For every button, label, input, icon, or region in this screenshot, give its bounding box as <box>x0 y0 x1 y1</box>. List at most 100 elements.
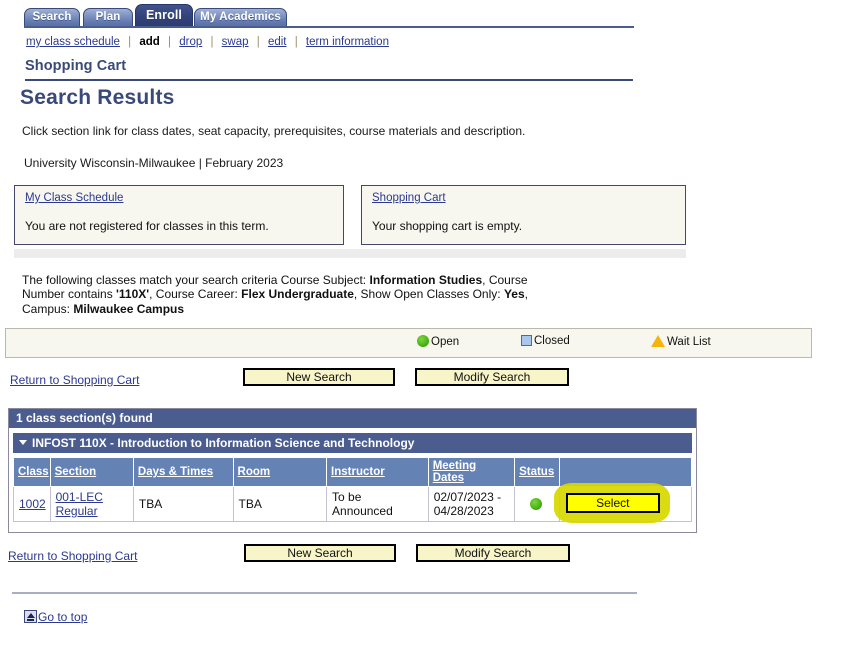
go-to-top-label: Go to top <box>38 610 88 624</box>
course-group-label: INFOST 110X - Introduction to Informatio… <box>32 436 415 450</box>
class-number-link[interactable]: 1002 <box>19 497 46 511</box>
my-class-schedule-link[interactable]: My Class Schedule <box>25 192 123 204</box>
footer-divider <box>12 592 637 594</box>
modify-search-button-bottom[interactable]: Modify Search <box>416 544 570 562</box>
meeting-dates-line2: 04/28/2023 <box>433 504 494 518</box>
cell-instructor: To be Announced <box>326 486 429 522</box>
criteria-subject: Information Studies <box>369 273 483 287</box>
column-header-meeting-dates[interactable]: Meeting Dates <box>427 457 516 487</box>
sub-navigation: my class schedule | add | drop | swap | … <box>26 36 389 48</box>
return-to-shopping-cart-link-bottom[interactable]: Return to Shopping Cart <box>8 549 137 563</box>
section-link-line2: Regular <box>55 504 98 518</box>
column-header-class-label: Class <box>18 466 49 478</box>
column-header-instructor-label: Instructor <box>331 466 385 478</box>
subnav-separator: | <box>294 36 298 48</box>
cell-status <box>514 486 560 522</box>
criteria-number: '110X' <box>116 287 150 302</box>
legend-open: Open <box>417 335 459 351</box>
green-circle-icon <box>417 335 429 347</box>
tab-enroll-label: Enroll <box>145 8 183 22</box>
cell-action: Select <box>553 483 693 523</box>
shopping-cart-box: Shopping Cart Your shopping cart is empt… <box>361 185 686 245</box>
shopping-cart-status: Your shopping cart is empty. <box>372 219 523 233</box>
select-button[interactable]: Select <box>565 493 660 513</box>
legend-wait-list-label: Wait List <box>667 336 711 348</box>
status-legend-bar: Open Closed Wait List <box>5 328 812 358</box>
chevron-down-icon[interactable] <box>19 440 27 445</box>
course-group-header[interactable]: INFOST 110X - Introduction to Informatio… <box>13 433 692 453</box>
tab-search-label: Search <box>32 11 72 23</box>
subnav-separator: | <box>210 36 214 48</box>
tab-plan[interactable]: Plan <box>83 8 133 27</box>
legend-open-label: Open <box>431 336 460 348</box>
cell-meeting-dates: 02/07/2023 -04/28/2023 <box>427 486 516 522</box>
sections-table: Class Section Days & Times Room Instruct… <box>13 457 693 523</box>
main-tab-bar: Search Plan Enroll My Academics <box>0 0 845 28</box>
column-header-meeting-dates-label: Meeting Dates <box>432 460 477 484</box>
criteria-campus: Milwaukee Campus <box>73 301 185 316</box>
criteria-part4: , Show Open Classes Only: <box>353 287 504 302</box>
column-header-status-label: Status <box>519 466 555 478</box>
column-header-room-label: Room <box>237 466 271 478</box>
up-arrow-icon <box>24 610 37 623</box>
my-class-schedule-box: My Class Schedule You are not registered… <box>14 185 344 245</box>
shopping-cart-link[interactable]: Shopping Cart <box>372 192 446 204</box>
cell-days-times: TBA <box>132 486 234 522</box>
subnav-swap[interactable]: swap <box>222 36 249 48</box>
column-header-instructor[interactable]: Instructor <box>326 457 429 487</box>
institution-term-line: University Wisconsin-Milwaukee | Februar… <box>24 156 284 170</box>
criteria-career: Flex Undergraduate <box>241 287 354 302</box>
new-search-button-bottom[interactable]: New Search <box>244 544 396 562</box>
column-header-section[interactable]: Section <box>49 457 134 487</box>
results-count-header: 1 class section(s) found <box>9 409 696 428</box>
subnav-separator: | <box>128 36 132 48</box>
subnav-separator: | <box>256 36 260 48</box>
section-divider-band <box>14 249 686 258</box>
subnav-term-information[interactable]: term information <box>306 36 389 48</box>
criteria-part3: , Course Career: <box>149 287 242 302</box>
cell-section: 001-LEC Regular <box>49 486 134 522</box>
subnav-separator: | <box>168 36 172 48</box>
search-results-panel: 1 class section(s) found INFOST 110X - I… <box>8 408 697 533</box>
group-title: Shopping Cart <box>25 58 127 74</box>
section-link[interactable]: 001-LEC Regular <box>56 490 103 518</box>
legend-wait-list: Wait List <box>651 335 711 351</box>
blue-square-icon <box>521 335 532 346</box>
column-header-status[interactable]: Status <box>514 457 560 487</box>
return-to-shopping-cart-link-top[interactable]: Return to Shopping Cart <box>10 373 139 387</box>
tab-enroll[interactable]: Enroll <box>135 4 193 27</box>
cell-class: 1002 <box>13 486 51 522</box>
modify-search-button-top[interactable]: Modify Search <box>415 368 569 386</box>
table-row: 1002 001-LEC Regular TBA TBA To be Announ… <box>13 483 693 523</box>
group-title-rule <box>25 79 633 81</box>
subnav-add[interactable]: add <box>139 36 159 48</box>
subnav-my-class-schedule[interactable]: my class schedule <box>26 36 120 48</box>
tab-my-academics[interactable]: My Academics <box>194 8 287 27</box>
subnav-edit[interactable]: edit <box>268 36 287 48</box>
column-header-class[interactable]: Class <box>13 457 51 487</box>
criteria-part1: The following classes match your search … <box>22 273 370 287</box>
green-circle-icon <box>529 498 542 510</box>
legend-closed-label: Closed <box>534 335 570 347</box>
cell-room: TBA <box>232 486 328 522</box>
column-header-days-times[interactable]: Days & Times <box>132 457 234 487</box>
orange-triangle-icon <box>651 335 665 347</box>
go-to-top-link[interactable]: Go to top <box>24 610 87 628</box>
criteria-open-only: Yes <box>503 287 525 302</box>
subnav-drop[interactable]: drop <box>179 36 202 48</box>
tab-plan-label: Plan <box>95 11 121 23</box>
tab-bar-underline <box>24 26 634 28</box>
meeting-dates-line1: 02/07/2023 - <box>433 490 502 504</box>
new-search-button-top[interactable]: New Search <box>243 368 395 386</box>
tab-my-academics-label: My Academics <box>200 11 281 23</box>
tab-search[interactable]: Search <box>24 8 80 27</box>
my-class-schedule-status: You are not registered for classes in th… <box>25 219 269 233</box>
page-title: Search Results <box>20 86 175 109</box>
page-instructions: Click section link for class dates, seat… <box>22 124 526 138</box>
column-header-days-times-label: Days & Times <box>137 466 214 478</box>
search-criteria-text: The following classes match your search … <box>22 273 542 316</box>
legend-closed: Closed <box>521 335 570 351</box>
column-header-room[interactable]: Room <box>232 457 328 487</box>
sections-table-wrap: Class Section Days & Times Room Instruct… <box>9 453 696 532</box>
section-link-line1: 001-LEC <box>55 490 103 504</box>
